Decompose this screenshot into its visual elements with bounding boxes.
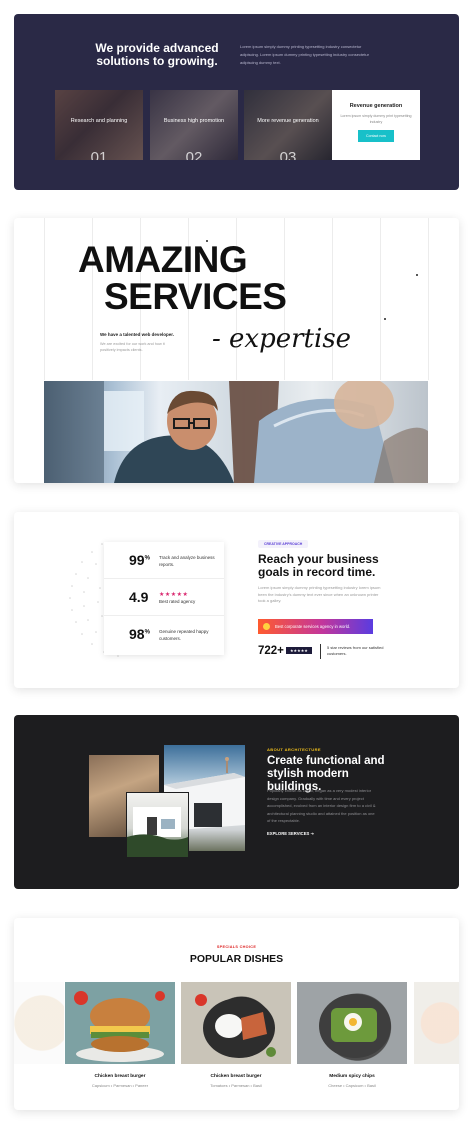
revenue-card: Revenue generation Lorem ipsum simply du… [332, 90, 420, 160]
specials-tag: SPECIALS CHOICE [216, 945, 257, 949]
dish-image-partial[interactable] [14, 982, 64, 1064]
stats-section: 99% Track and analyze business reports. … [14, 512, 459, 688]
explore-services-link[interactable]: EXPLORE SERVICES ➔ [267, 831, 314, 836]
villa-illustration [127, 807, 188, 857]
solutions-section: We provide advanced solutions to growing… [14, 14, 459, 190]
stat-value: 99% [129, 552, 150, 568]
tile-number: 03 [279, 149, 297, 160]
team-photo [44, 381, 428, 483]
plate-illustration [195, 994, 276, 1058]
decor-dot [416, 274, 418, 276]
grid-line [428, 218, 429, 380]
services-section: AMAZING SERVICES We have a talented web … [14, 218, 459, 483]
tile-promotion[interactable]: Business high promotion 02 [150, 90, 238, 160]
contact-now-button[interactable]: Contact now [358, 130, 394, 142]
dish-image-burger[interactable] [65, 982, 175, 1064]
stars-badge-icon: ★★★★★ [285, 647, 312, 655]
dish-name: Medium spicy chips [329, 1074, 375, 1079]
dish-name: Chicken breast burger [210, 1074, 262, 1079]
review-count: 722+ ★★★★★ [258, 645, 312, 657]
stat-row: 99% Track and analyze business reports. [104, 542, 224, 579]
architecture-tag: ABOUT ARCHITECTURE [267, 747, 321, 752]
stat-label: ★★★★★ Best rated agency [159, 592, 219, 605]
dish-image-plate[interactable] [181, 982, 291, 1064]
stat-row: 98% Genuine repeated happy customers. [104, 616, 224, 653]
toast-illustration [319, 994, 391, 1058]
dish-ingredients: Cheese • Capsicum • Basil [328, 1083, 376, 1088]
architecture-text: Popularly known as crafto, began as a ve… [267, 788, 376, 824]
villa-photo [126, 792, 189, 858]
stat-value: 98% [129, 626, 150, 642]
tile-label: Research and planning [70, 118, 128, 124]
stats-text: Lorem ipsum simply dummy printing typese… [258, 585, 381, 603]
stats-heading: Reach your business goals in record time… [258, 552, 379, 579]
services-text: We are excited for our work and how it p… [100, 342, 165, 352]
tile-label: More revenue generation [257, 118, 319, 124]
dishes-heading: POPULAR DISHES [189, 953, 284, 965]
grid-line [380, 218, 381, 380]
tile-label: Business high promotion [163, 118, 225, 124]
best-agency-banner[interactable]: Best corporate services agency in world. [258, 619, 373, 634]
badge-icon [263, 623, 270, 630]
expertise-script: - expertise [212, 324, 352, 354]
tile-research[interactable]: Research and planning 01 [55, 90, 143, 160]
stat-label: Genuine repeated happy customers. [159, 629, 209, 641]
dish-name: Chicken breast burger [94, 1074, 146, 1079]
dish-image-partial[interactable] [414, 982, 459, 1064]
tile-number: 01 [90, 149, 108, 160]
dish-ingredients: Capsicum • Parmesan • Paneer [91, 1083, 149, 1088]
grid-line [44, 218, 45, 380]
tile-revenue[interactable]: More revenue generation 03 [244, 90, 332, 160]
team-photo-illustration [44, 381, 428, 483]
dish-ingredients: Tomatoes • Parmesan • Basil [210, 1083, 262, 1088]
stat-row: 4.9 ★★★★★ Best rated agency [104, 579, 224, 616]
solutions-heading: We provide advanced solutions to growing… [95, 41, 219, 68]
dishes-section: SPECIALS CHOICE POPULAR DISHES Chicken b… [14, 918, 459, 1110]
revenue-title: Revenue generation [349, 103, 403, 109]
tile-number: 02 [185, 149, 203, 160]
stat-value: 4.9 [129, 589, 149, 605]
creative-approach-chip: CREATIVE APPROACH [258, 540, 309, 548]
dish-image-toast[interactable] [297, 982, 407, 1064]
solutions-description: Lorem ipsum simply dummy printing typese… [240, 44, 369, 65]
services-subheading: We have a talented web developer. [100, 332, 174, 337]
stats-card: 99% Track and analyze business reports. … [104, 542, 224, 655]
architecture-section: ABOUT ARCHITECTURE Create functional and… [14, 715, 459, 889]
services-title-line1: AMAZING [78, 239, 248, 280]
burger-illustration [74, 991, 165, 1062]
services-title-line2: SERVICES [104, 276, 287, 317]
stat-label: Track and analyze business reports. [159, 555, 215, 567]
decor-dot [384, 318, 386, 320]
reviews-text: 5 star reviews from our satisfied custom… [327, 645, 384, 656]
divider [320, 644, 321, 659]
revenue-text: Lorem ipsum simply dummy print typesetti… [340, 114, 412, 124]
grid-line [332, 218, 333, 380]
